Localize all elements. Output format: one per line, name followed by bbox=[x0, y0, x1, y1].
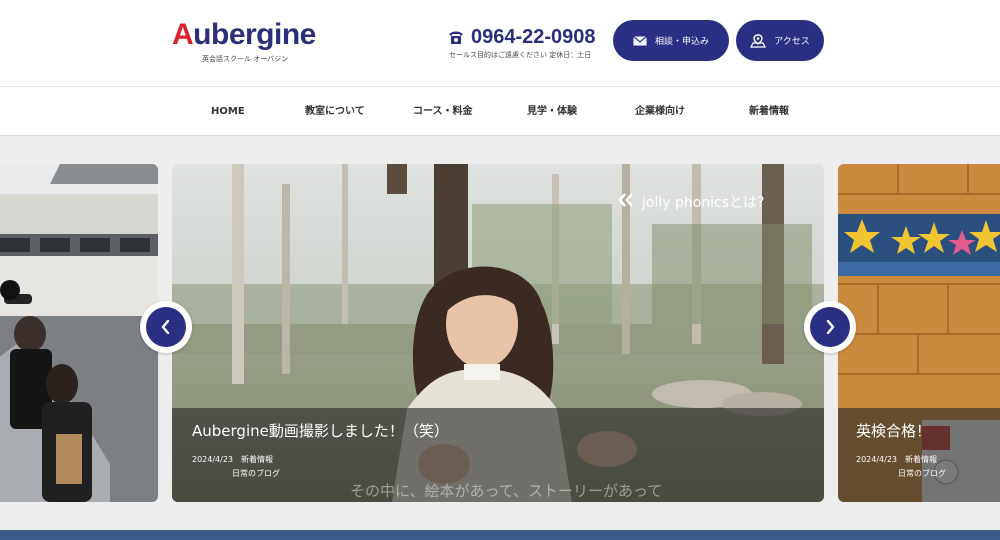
mail-icon bbox=[633, 35, 647, 45]
nav-courses[interactable]: コース・料金 bbox=[413, 87, 473, 136]
nav-trial[interactable]: 見学・体験 bbox=[527, 87, 577, 136]
slide-next-date: 2024/4/23 bbox=[856, 455, 898, 464]
slide-next-caption: 英検合格！ 2024/4/23 新着情報 日常のブログ bbox=[838, 408, 1000, 502]
nav-about[interactable]: 教室について bbox=[305, 87, 365, 136]
logo[interactable]: Aubergine 英会話スクール オーバジン bbox=[172, 18, 316, 64]
chevron-left-icon bbox=[161, 320, 170, 334]
footer-band bbox=[0, 530, 1000, 540]
phone-block: 0964-22-0908 セールス目的はご遠慮ください 定休日：土日 bbox=[447, 26, 607, 62]
slide-main-category[interactable]: 新着情報 bbox=[241, 455, 273, 464]
logo-subtitle: 英会話スクール オーバジン bbox=[202, 55, 289, 63]
nav-news[interactable]: 新着情報 bbox=[749, 87, 789, 136]
slide-next-category[interactable]: 新着情報 bbox=[905, 455, 937, 464]
slide-next-title[interactable]: 英検合格！ bbox=[856, 420, 931, 441]
slide-main-date: 2024/4/23 bbox=[192, 455, 234, 464]
slide-main[interactable]: jolly phonicsとは？ Aubergine動画撮影しました！（笑） 2… bbox=[172, 164, 824, 502]
slide-tag: jolly phonicsとは？ bbox=[618, 192, 771, 212]
double-chevron-icon bbox=[618, 193, 633, 207]
video-subtitle: その中に、絵本があって、ストーリーがあって bbox=[350, 482, 663, 500]
slide-next-category-2[interactable]: 日常のブログ bbox=[898, 468, 946, 479]
nav-business[interactable]: 企業様向け bbox=[635, 87, 685, 136]
slide-main-title[interactable]: Aubergine動画撮影しました！（笑） bbox=[192, 420, 449, 441]
hero-slider: jolly phonicsとは？ Aubergine動画撮影しました！（笑） 2… bbox=[0, 136, 1000, 530]
nav-home[interactable]: HOME bbox=[211, 87, 245, 136]
slider-next-button[interactable] bbox=[804, 301, 856, 353]
slider-next-circle bbox=[810, 307, 850, 347]
access-button-label: アクセス bbox=[774, 37, 810, 47]
slide-main-meta: 2024/4/23 新着情報 bbox=[192, 454, 281, 465]
slide-previous-image bbox=[0, 164, 158, 502]
phone-icon bbox=[449, 31, 463, 44]
slider-prev-button[interactable] bbox=[140, 301, 192, 353]
slider-prev-circle bbox=[146, 307, 186, 347]
map-pin-icon bbox=[750, 33, 767, 48]
slide-previous[interactable] bbox=[0, 164, 158, 502]
slide-main-category-2[interactable]: 日常のブログ bbox=[232, 468, 280, 479]
chevron-right-icon bbox=[826, 320, 835, 334]
phone-number[interactable]: 0964-22-0908 bbox=[471, 26, 596, 48]
slide-next[interactable]: 英検合格！ 2024/4/23 新着情報 日常のブログ bbox=[838, 164, 1000, 502]
logo-wordmark: Aubergine bbox=[172, 18, 316, 51]
slide-next-meta: 2024/4/23 新着情報 bbox=[856, 454, 945, 465]
site-header: Aubergine 英会話スクール オーバジン 0964-22-0908 セール… bbox=[0, 0, 1000, 86]
contact-button-label: 相談・申込み bbox=[654, 37, 709, 47]
phone-note: セールス目的はご遠慮ください 定休日：土日 bbox=[449, 51, 592, 59]
main-nav: HOME 教室について コース・料金 見学・体験 企業様向け 新着情報 bbox=[0, 86, 1000, 136]
contact-button[interactable]: 相談・申込み bbox=[613, 20, 729, 61]
access-button[interactable]: アクセス bbox=[736, 20, 824, 61]
